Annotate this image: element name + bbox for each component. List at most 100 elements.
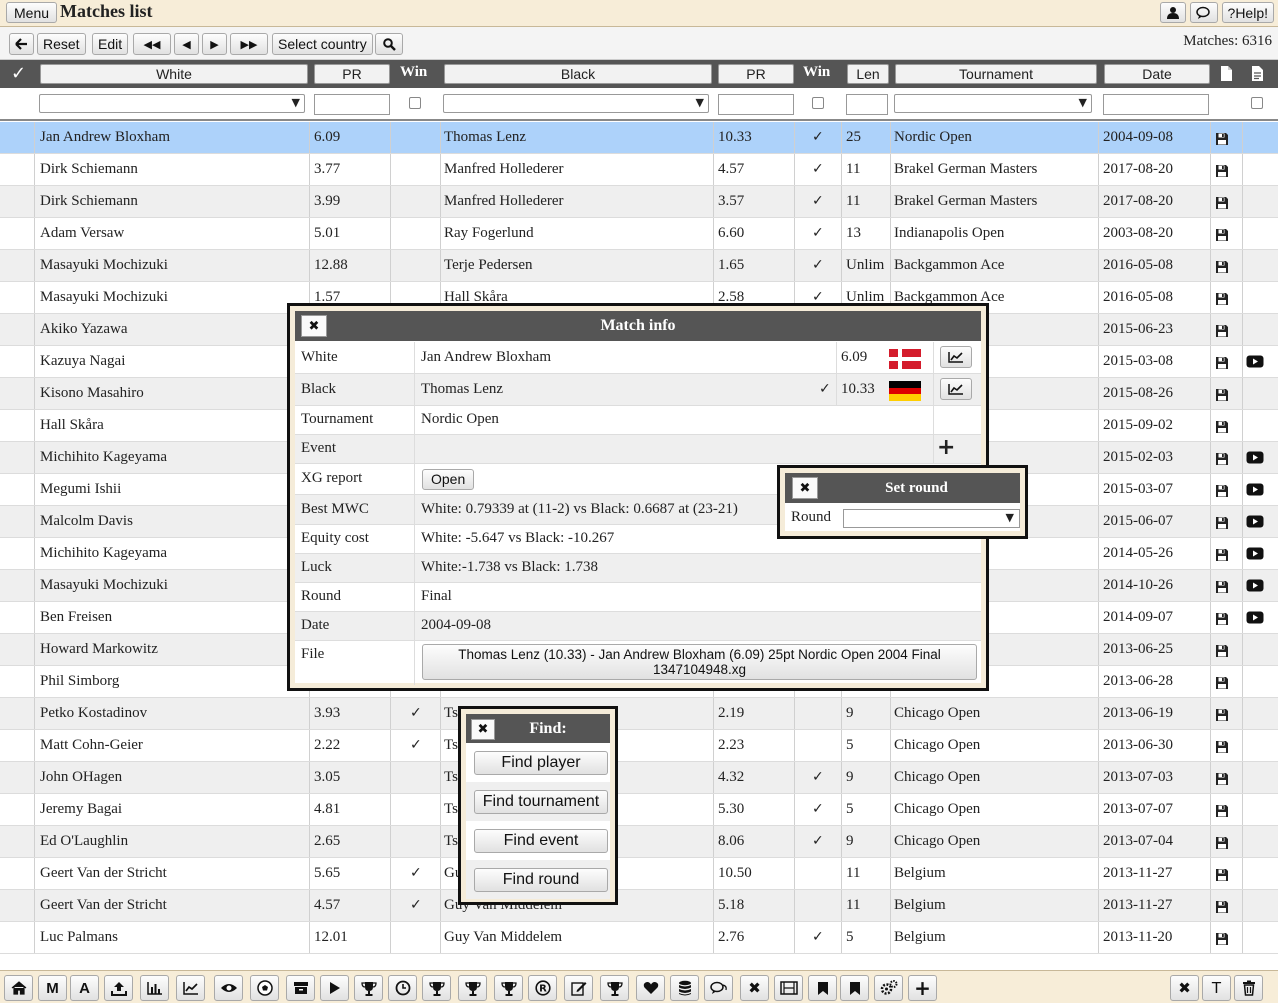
close-find-button[interactable]: ✖ [471,719,495,740]
find-player-button[interactable]: Find player [474,751,608,775]
archive-button[interactable] [286,975,315,1001]
white-chart-button[interactable] [940,346,972,368]
edit-note-button[interactable] [564,975,593,1001]
text-button[interactable]: T [1202,975,1231,1001]
video-play-icon[interactable] [1246,355,1264,368]
save-icon[interactable] [1215,484,1229,498]
black-filter-select[interactable]: ▼ [443,94,709,113]
video-play-icon[interactable] [1246,515,1264,528]
close-set-round-button[interactable]: ✖ [792,477,818,499]
trophy-button-4[interactable] [494,975,523,1001]
header-len[interactable]: Len [847,64,889,84]
trophy-button-2[interactable] [422,975,451,1001]
pr-white-filter-input[interactable] [314,94,390,115]
play-button[interactable] [320,975,349,1001]
black-chart-button[interactable] [940,378,972,400]
save-icon[interactable] [1215,260,1229,274]
download-file-button[interactable]: Thomas Lenz (10.33) - Jan Andrew Bloxham… [422,644,977,680]
save-icon[interactable] [1215,516,1229,530]
header-date[interactable]: Date [1104,64,1210,84]
save-icon[interactable] [1215,132,1229,146]
table-row[interactable]: Masayuki Mochizuki 12.88 Terje Pedersen 1.6… [0,250,1278,282]
save-icon[interactable] [1215,452,1229,466]
select-all-check-icon[interactable]: ✓ [11,63,26,84]
chat-button[interactable] [1189,2,1218,23]
table-row[interactable]: Matt Cohn-Geier 2.22 ✓ Ts 2.23 5 Chicago Open 2… [0,730,1278,762]
add-event-plus-icon[interactable]: + [937,434,955,461]
table-row[interactable]: Geert Van der Stricht 4.57 ✓ Guy Van Middel… [0,890,1278,922]
pr-black-filter-input[interactable] [718,94,794,115]
round-select[interactable]: ▼ [843,509,1020,528]
save-icon[interactable] [1215,292,1229,306]
a-button[interactable]: A [70,975,99,1001]
bar-chart-button[interactable] [140,975,169,1001]
table-row[interactable]: Dirk Schiemann 3.77 Manfred Hollederer 4.57… [0,154,1278,186]
add-button[interactable]: + [908,975,937,1001]
save-icon[interactable] [1215,580,1229,594]
table-row[interactable]: Ed O'Laughlin 2.65 Ts 8.06 ✓ 9 Chicago Open 201… [0,826,1278,858]
comments-button[interactable] [704,975,733,1001]
search-button[interactable] [375,33,403,55]
save-icon[interactable] [1215,548,1229,562]
save-icon[interactable] [1215,388,1229,402]
bookmark-button-1[interactable] [808,975,837,1001]
save-icon[interactable] [1215,772,1229,786]
find-round-button[interactable]: Find round [474,868,608,892]
heart-button[interactable] [636,975,665,1001]
database-button[interactable] [670,975,699,1001]
video-play-icon[interactable] [1246,611,1264,624]
menu-button[interactable]: Menu [6,2,58,23]
header-white[interactable]: White [40,64,308,84]
delete-button[interactable] [1234,975,1263,1001]
header-win-white[interactable]: Win [400,64,427,81]
find-tournament-button[interactable]: Find tournament [474,790,608,814]
registered-button[interactable]: R [528,975,557,1001]
header-black[interactable]: Black [444,64,712,84]
table-row[interactable]: Dirk Schiemann 3.99 Manfred Hollederer 3.57… [0,186,1278,218]
save-icon[interactable] [1215,932,1229,946]
file-icon[interactable] [1220,65,1233,82]
table-row[interactable]: Jeremy Bagai 4.81 Ts 5.30 ✓ 5 Chicago Open 2013… [0,794,1278,826]
table-row[interactable]: Geert Van der Stricht 5.65 ✓ Gu 10.50 11 Belgi… [0,858,1278,890]
save-icon[interactable] [1215,644,1229,658]
save-icon[interactable] [1215,676,1229,690]
video-play-icon[interactable] [1246,483,1264,496]
win-white-filter-checkbox[interactable] [409,97,421,109]
save-icon[interactable] [1215,420,1229,434]
win-black-filter-checkbox[interactable] [812,97,824,109]
open-xg-report-button[interactable]: Open [422,469,475,490]
video-filter-checkbox[interactable] [1251,97,1263,109]
trophy-button-1[interactable] [354,975,383,1001]
white-filter-select[interactable]: ▼ [39,94,305,113]
eye-button[interactable] [214,975,243,1001]
header-pr-white[interactable]: PR [314,64,390,84]
upload-button[interactable] [104,975,133,1001]
find-event-button[interactable]: Find event [474,829,608,853]
last-page-button[interactable]: ▶▶ [230,33,268,55]
save-icon[interactable] [1215,324,1229,338]
save-icon[interactable] [1215,868,1229,882]
help-button[interactable]: ?Help! [1221,2,1274,23]
len-filter-input[interactable] [846,94,888,115]
file-text-icon[interactable] [1251,65,1264,82]
settings-button[interactable] [874,975,903,1001]
video-play-icon[interactable] [1246,451,1264,464]
next-page-button[interactable]: ▶ [202,33,227,55]
reset-button[interactable]: Reset [37,33,86,55]
table-row[interactable]: Petko Kostadinov 3.93 ✓ Ts 2.19 9 Chicago Open… [0,698,1278,730]
date-filter-input[interactable] [1103,94,1209,115]
header-pr-black[interactable]: PR [718,64,794,84]
select-country-button[interactable]: Select country [272,33,373,55]
save-icon[interactable] [1215,804,1229,818]
video-play-icon[interactable] [1246,579,1264,592]
save-icon[interactable] [1215,356,1229,370]
save-icon[interactable] [1215,740,1229,754]
tournament-filter-select[interactable]: ▼ [894,94,1092,113]
close-match-info-button[interactable]: ✖ [301,315,327,337]
trophy-button-3[interactable] [458,975,487,1001]
back-button[interactable] [9,33,34,55]
save-icon[interactable] [1215,612,1229,626]
close-x-button[interactable]: ✖ [740,975,769,1001]
save-icon[interactable] [1215,228,1229,242]
header-tournament[interactable]: Tournament [895,64,1097,84]
